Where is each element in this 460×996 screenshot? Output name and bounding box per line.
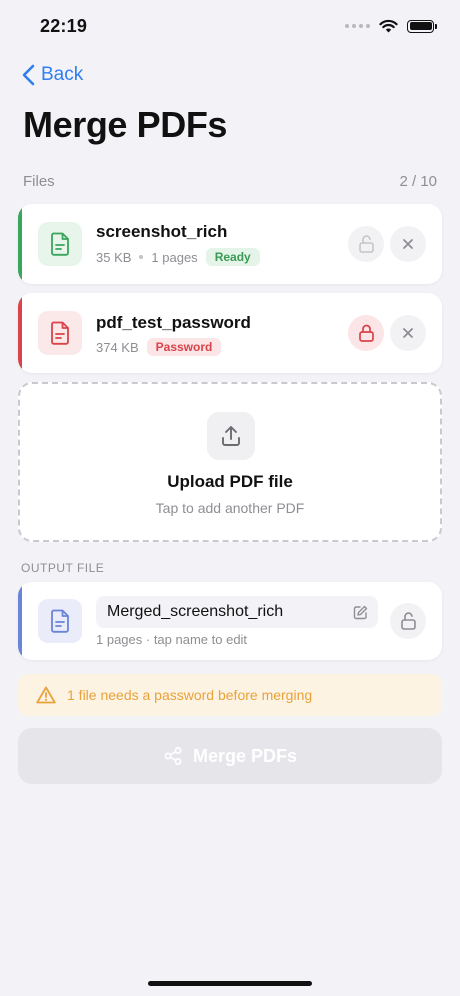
lock-icon	[358, 324, 374, 342]
output-meta: 1 pages · tap name to edit	[96, 632, 248, 647]
file-name: pdf_test_password	[96, 313, 251, 332]
output-name-field[interactable]: Merged_screenshot_rich	[96, 596, 378, 628]
file-pages: 1 pages	[151, 249, 198, 265]
files-section-label: Files	[23, 173, 55, 190]
close-icon	[403, 328, 413, 338]
battery-icon	[407, 19, 437, 33]
share-nodes-icon	[164, 747, 182, 765]
document-icon	[38, 222, 82, 266]
output-section-header: OUTPUT FILE	[21, 561, 435, 575]
close-icon	[403, 239, 413, 249]
output-file-name: Merged_screenshot_rich	[107, 603, 284, 620]
status-bar: 22:19	[0, 0, 460, 52]
file-accent-bar	[18, 204, 22, 284]
chevron-left-icon	[22, 64, 35, 86]
file-meta: 35 KB 1 pages Ready	[96, 248, 260, 266]
output-file-card: Merged_screenshot_rich 1 pages · tap nam…	[18, 582, 442, 660]
document-icon	[38, 599, 82, 643]
document-icon	[38, 311, 82, 355]
merge-button-label: Merge PDFs	[192, 745, 298, 766]
upload-subtitle: Tap to add another PDF	[155, 500, 305, 516]
warning-text: 1 file needs a password before merging	[67, 687, 313, 703]
file-card-screenshot-rich[interactable]: screenshot_rich 35 KB 1 pages Ready	[18, 204, 442, 284]
status-time: 22:19	[40, 15, 88, 36]
output-section-label: OUTPUT FILE	[21, 561, 105, 575]
remove-file-button[interactable]	[390, 226, 426, 262]
status-icons	[345, 19, 437, 33]
back-label: Back	[41, 64, 84, 85]
output-lock-button[interactable]	[390, 603, 426, 639]
back-button[interactable]: Back	[22, 62, 83, 88]
meta-separator	[139, 255, 144, 259]
password-warning-banner: 1 file needs a password before merging	[18, 674, 442, 716]
merge-pdfs-button[interactable]: Merge PDFs	[18, 728, 442, 784]
unlock-icon	[400, 612, 416, 630]
output-accent-bar	[18, 582, 22, 660]
file-name: screenshot_rich	[96, 222, 228, 241]
wifi-icon	[379, 19, 398, 33]
file-size: 35 KB	[96, 249, 132, 265]
home-indicator	[148, 981, 312, 986]
enter-password-button[interactable]	[348, 315, 384, 351]
upload-pdf-dropzone[interactable]: Upload PDF file Tap to add another PDF	[18, 382, 442, 542]
status-badge: Password	[146, 338, 222, 356]
upload-title: Upload PDF file	[167, 472, 293, 491]
files-section-header: Files 2 / 10	[23, 173, 437, 190]
file-card-pdf-test-password[interactable]: pdf_test_password 374 KB Password	[18, 293, 442, 373]
upload-icon	[207, 412, 255, 460]
cellular-signal-icon	[345, 24, 370, 28]
file-meta: 374 KB Password	[96, 338, 222, 356]
file-size: 374 KB	[96, 339, 139, 355]
files-count: 2 / 10	[399, 173, 437, 190]
unlock-icon	[358, 235, 374, 253]
warning-icon	[36, 686, 56, 704]
remove-file-button[interactable]	[390, 315, 426, 351]
unlock-button[interactable]	[348, 226, 384, 262]
file-accent-bar	[18, 293, 22, 373]
status-badge: Ready	[205, 248, 260, 266]
edit-icon	[353, 605, 368, 619]
page-title: Merge PDFs	[23, 104, 228, 145]
